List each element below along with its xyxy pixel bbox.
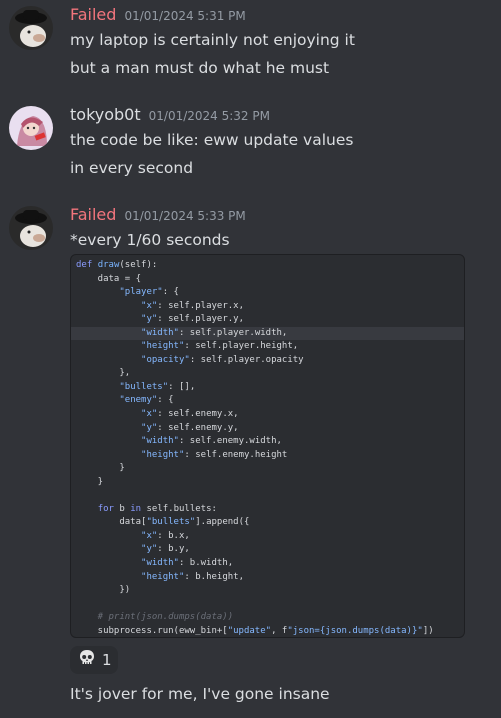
reaction-count: 1 bbox=[102, 651, 112, 669]
code-line: }) bbox=[76, 585, 131, 596]
reaction-skull[interactable]: 1 bbox=[70, 646, 118, 674]
message-text: in every second bbox=[70, 159, 194, 177]
code-line: "height": self.player.height, bbox=[141, 341, 299, 352]
code-line: "height": b.height, bbox=[141, 571, 244, 582]
code-line: data["bullets"].append({ bbox=[76, 517, 250, 528]
code-line: for b in self.bullets: bbox=[97, 503, 217, 514]
message-text: *every 1/60 seconds bbox=[70, 231, 230, 249]
code-line: "bullets": [], bbox=[119, 381, 196, 392]
message-text: It's jover for me, I've gone insane bbox=[70, 685, 330, 703]
code-line: "player": { bbox=[119, 287, 179, 298]
code-line: "width": self.player.width, bbox=[71, 326, 464, 341]
code-line: "width": b.width, bbox=[141, 558, 234, 569]
code-line: "y": self.player.y, bbox=[141, 314, 244, 325]
author-name[interactable]: Failed bbox=[70, 5, 116, 24]
timestamp: 01/01/2024 5:32 PM bbox=[148, 109, 270, 123]
code-line: def draw(self): bbox=[76, 260, 158, 270]
code-line: "y": self.enemy.y, bbox=[141, 422, 239, 433]
code-line: subprocess.run(eww_bin+["update", f"json… bbox=[76, 625, 434, 636]
code-line: "x": self.player.x, bbox=[141, 300, 244, 311]
code-line: }, bbox=[76, 368, 131, 379]
timestamp: 01/01/2024 5:33 PM bbox=[124, 209, 246, 223]
message-text: the code be like: eww update values bbox=[70, 131, 354, 149]
code-line: "width": self.enemy.width, bbox=[141, 436, 282, 447]
message-text: but a man must do what he must bbox=[70, 59, 330, 77]
message-text: my laptop is certainly not enjoying it bbox=[70, 31, 355, 49]
code-content: def draw(self): data = { "player": { "x"… bbox=[71, 259, 464, 637]
code-line: "x": b.x, bbox=[141, 530, 190, 541]
code-line: "x": self.enemy.x, bbox=[141, 409, 239, 420]
avatar-failed[interactable] bbox=[9, 6, 53, 50]
code-line: data = { bbox=[76, 273, 142, 284]
timestamp: 01/01/2024 5:31 PM bbox=[124, 9, 246, 23]
code-block[interactable]: def draw(self): data = { "player": { "x"… bbox=[70, 254, 465, 638]
skull-icon bbox=[78, 649, 96, 671]
avatar-failed[interactable] bbox=[9, 206, 53, 250]
code-line: # print(json.dumps(data)) bbox=[76, 612, 234, 623]
code-line: } bbox=[76, 463, 125, 474]
code-line: } bbox=[76, 476, 104, 487]
avatar-tokyob0t[interactable] bbox=[9, 106, 53, 150]
author-name[interactable]: Failed bbox=[70, 205, 116, 224]
code-line: "opacity": self.player.opacity bbox=[141, 354, 304, 365]
code-line: "y": b.y, bbox=[141, 544, 190, 555]
code-line: "height": self.enemy.height bbox=[141, 449, 288, 460]
author-name[interactable]: tokyob0t bbox=[70, 105, 141, 124]
code-line: "enemy": { bbox=[119, 395, 174, 406]
